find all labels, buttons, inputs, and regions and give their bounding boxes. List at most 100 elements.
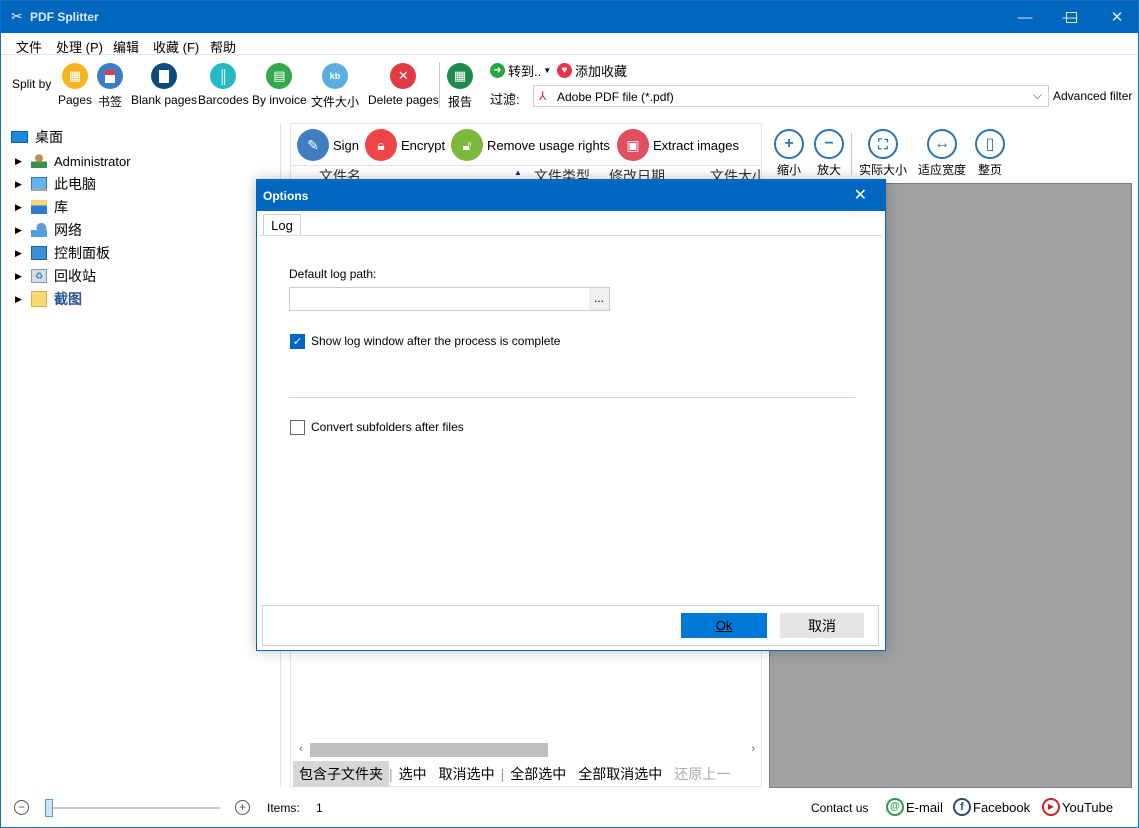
image-icon: ▣: [617, 129, 649, 161]
library-icon: [31, 200, 47, 214]
zoom-out-small-icon[interactable]: −: [14, 800, 29, 815]
tree-item-administrator[interactable]: ▶ Administrator: [1, 150, 131, 172]
blank-page-icon: [151, 63, 178, 89]
expand-arrow-icon: ▶: [15, 178, 22, 189]
split-filesize-button[interactable]: kb 文件大小: [311, 63, 359, 110]
dropdown-arrow-icon: ▼: [543, 66, 552, 75]
show-log-checkbox[interactable]: ✓: [290, 334, 305, 349]
undo-button[interactable]: 还原上一: [668, 764, 736, 784]
ok-label: Ok: [715, 618, 733, 633]
advanced-filter-link[interactable]: Advanced filter: [1053, 89, 1132, 103]
zoom-toolbar: + 缩小 − 放大 ⛶ 实际大小 ↔ 适应宽度 ▯ 整页: [769, 123, 1132, 185]
browse-button[interactable]: ...: [589, 288, 609, 310]
button-label: 整页: [977, 163, 1002, 177]
sign-button[interactable]: ✎ Sign: [297, 128, 359, 162]
kb-icon: kb: [322, 63, 348, 89]
encrypt-button[interactable]: 🔒︎ Encrypt: [365, 128, 445, 162]
goto-button[interactable]: ➜ 转到.. ▼: [490, 61, 551, 80]
goto-label: 转到..: [508, 64, 542, 79]
convert-subfolders-checkbox[interactable]: [290, 420, 305, 435]
scroll-right-icon[interactable]: ›: [751, 743, 755, 755]
split-invoice-button[interactable]: ▤ By invoice: [252, 63, 307, 107]
split-blank-pages-button[interactable]: Blank pages: [131, 63, 197, 107]
tree-item-network[interactable]: ▶ 网络: [1, 219, 82, 241]
button-label: Barcodes: [198, 93, 249, 107]
close-button[interactable]: ✕: [1094, 1, 1139, 33]
fit-width-button[interactable]: ↔ 适应宽度: [918, 129, 966, 178]
tree-item-library[interactable]: ▶ 库: [1, 196, 68, 218]
tree-root-desktop[interactable]: 桌面: [11, 126, 63, 148]
include-subfolders-button[interactable]: 包含子文件夹: [293, 761, 389, 787]
tree-item-control-panel[interactable]: ▶ 控制面板: [1, 242, 110, 264]
extract-images-button[interactable]: ▣ Extract images: [617, 128, 739, 162]
select-all-button[interactable]: 全部选中: [504, 764, 572, 784]
remove-usage-rights-button[interactable]: 🔓︎ Remove usage rights: [451, 128, 610, 162]
filter-select[interactable]: ⅄ Adobe PDF file (*.pdf) ⌵: [533, 85, 1049, 107]
maximize-icon: [1065, 11, 1077, 23]
button-label: Sign: [333, 137, 360, 153]
chevron-down-icon: ⌵: [1032, 88, 1042, 102]
select-button[interactable]: 选中: [393, 764, 433, 784]
email-link[interactable]: @ E-mail: [886, 798, 943, 816]
menu-file[interactable]: 文件: [16, 37, 42, 56]
facebook-label: Facebook: [973, 799, 1031, 815]
button-label: By invoice: [252, 93, 307, 107]
cancel-button[interactable]: 取消: [780, 613, 864, 638]
dialog-footer: Ok 取消: [262, 605, 879, 646]
tree-label: 截图: [54, 291, 82, 307]
actual-size-button[interactable]: ⛶ 实际大小: [859, 129, 907, 178]
minimize-button[interactable]: —: [1002, 1, 1048, 33]
zoom-slider-thumb[interactable]: [45, 799, 53, 817]
dialog-title: Options: [263, 189, 309, 203]
button-label: 实际大小: [859, 163, 908, 177]
button-label: Extract images: [653, 137, 739, 153]
split-pages-button[interactable]: ▦ Pages: [58, 63, 92, 107]
button-label: 缩小: [776, 163, 801, 177]
dialog-close-button[interactable]: ✕: [854, 185, 867, 205]
show-log-label: Show log window after the process is com…: [311, 334, 561, 348]
menu-process[interactable]: 处理 (P): [56, 37, 103, 56]
arrow-right-icon: ➜: [490, 63, 505, 78]
recycle-bin-icon: ♻: [31, 269, 47, 283]
report-button[interactable]: ▦ 报告: [447, 63, 473, 110]
log-path-field[interactable]: ...: [289, 287, 610, 311]
tree-label: 库: [54, 199, 68, 215]
report-icon: ▦: [447, 63, 473, 89]
menu-edit[interactable]: 编辑: [113, 37, 139, 56]
delete-pages-button[interactable]: ✕ Delete pages: [368, 63, 439, 107]
split-bookmarks-button[interactable]: 书签: [97, 63, 123, 110]
tree-item-screenshots[interactable]: ▶ 截图: [1, 288, 82, 310]
scroll-left-icon[interactable]: ‹: [299, 743, 303, 755]
pen-icon: ✎: [297, 129, 329, 161]
button-label: 书签: [97, 95, 122, 109]
heart-icon: ♥: [557, 63, 572, 78]
tab-log[interactable]: Log: [263, 214, 301, 236]
menu-favorites[interactable]: 收藏 (F): [153, 37, 199, 56]
full-page-button[interactable]: ▯ 整页: [975, 129, 1005, 178]
user-icon: [31, 154, 47, 168]
items-count: 1: [316, 801, 323, 815]
zoom-out-button[interactable]: + 缩小: [774, 129, 804, 178]
button-label: Blank pages: [131, 93, 198, 107]
folder-icon: [31, 291, 47, 307]
scrollbar-thumb[interactable]: [310, 743, 548, 757]
zoom-in-button[interactable]: − 放大: [814, 129, 844, 178]
add-favorite-button[interactable]: ♥ 添加收藏: [557, 61, 627, 80]
ok-button[interactable]: Ok: [681, 613, 767, 638]
zoom-in-small-icon[interactable]: +: [235, 800, 250, 815]
button-label: Remove usage rights: [487, 137, 610, 153]
deselect-button[interactable]: 取消选中: [433, 764, 501, 784]
tree-label: Administrator: [54, 153, 131, 169]
control-panel-icon: [31, 246, 47, 260]
youtube-link[interactable]: ▶ YouTube: [1042, 798, 1113, 816]
facebook-link[interactable]: f Facebook: [953, 798, 1030, 816]
expand-arrow-icon: ▶: [15, 155, 22, 166]
zoom-slider[interactable]: [47, 807, 220, 809]
maximize-button[interactable]: [1048, 1, 1094, 33]
split-barcodes-button[interactable]: ║ Barcodes: [198, 63, 249, 107]
deselect-all-button[interactable]: 全部取消选中: [572, 764, 668, 784]
menu-help[interactable]: 帮助: [210, 37, 236, 56]
tree-item-recycle-bin[interactable]: ▶ ♻ 回收站: [1, 265, 96, 287]
tree-item-this-pc[interactable]: ▶ 此电脑: [1, 173, 96, 195]
horizontal-scrollbar[interactable]: ‹ ›: [291, 741, 761, 759]
